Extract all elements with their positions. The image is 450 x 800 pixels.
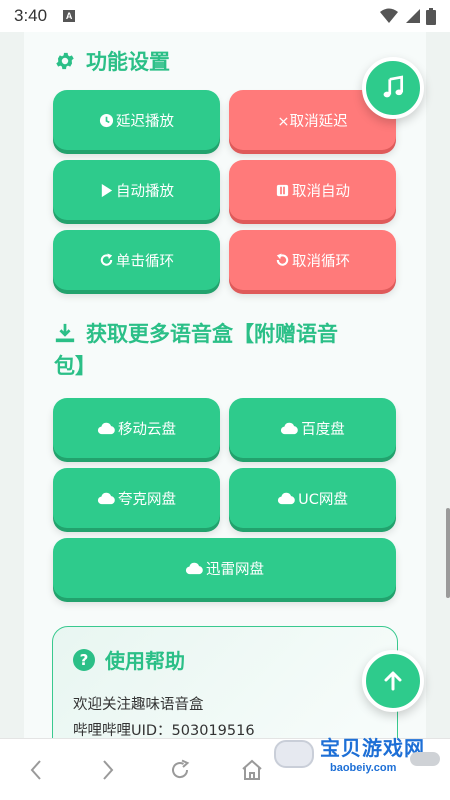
forward-nav-button[interactable]: [72, 739, 144, 800]
cloud-icon: [97, 492, 115, 504]
wifi-icon: [380, 8, 398, 23]
undo-icon: [276, 252, 289, 266]
gear-icon: [56, 52, 74, 70]
help-box: ? 使用帮助 欢迎关注趣味语音盒 哔哩哔哩UID：503019516: [52, 626, 398, 738]
gamepad-icon: [274, 740, 314, 768]
status-time: 3:40: [14, 6, 48, 25]
quark-pan-button[interactable]: 夸克网盘: [53, 468, 220, 528]
play-icon: [101, 183, 113, 197]
download-title-line1: 获取更多语音盒【附赠语音: [86, 322, 338, 346]
watermark-url: baobeiy.com: [330, 762, 397, 774]
cancel-delay-label: ×取消延迟: [277, 113, 348, 130]
back-to-top-button[interactable]: [362, 650, 424, 712]
watermark-logo: 宝贝游戏网 baobeiy.com: [268, 732, 440, 784]
baidu-pan-label: 百度盘: [301, 421, 345, 438]
status-icons: [380, 7, 436, 25]
battery-icon: [426, 7, 436, 25]
redo-icon: [100, 252, 113, 266]
download-icon: [55, 323, 75, 343]
delay-play-label: 延迟播放: [116, 113, 174, 130]
mobile-cloud-button[interactable]: 移动云盘: [53, 398, 220, 458]
notification-badge-icon: A: [63, 10, 76, 22]
arrow-up-icon: [384, 671, 402, 691]
signal-icon: [406, 9, 420, 23]
auto-play-label: 自动播放: [116, 183, 174, 200]
help-line-follow: 欢迎关注趣味语音盒: [73, 697, 204, 713]
cloud-icon: [185, 562, 203, 574]
xunlei-pan-label: 迅雷网盘: [206, 561, 264, 578]
refresh-icon: [172, 759, 190, 778]
cancel-auto-button[interactable]: 取消自动: [229, 160, 396, 220]
cancel-loop-button[interactable]: 取消循环: [229, 230, 396, 290]
xunlei-pan-button[interactable]: 迅雷网盘: [53, 538, 396, 598]
quark-pan-label: 夸克网盘: [118, 491, 176, 508]
status-bar: 3:40 A: [0, 0, 450, 32]
question-icon: ?: [73, 648, 95, 671]
back-nav-button[interactable]: [0, 739, 72, 800]
toggle-switch[interactable]: [410, 752, 440, 766]
scrollbar-thumb[interactable]: [446, 508, 450, 598]
music-fab-button[interactable]: [362, 57, 424, 119]
help-title-text: 使用帮助: [105, 649, 185, 673]
clock-icon: [99, 113, 114, 127]
uc-pan-label: UC网盘: [298, 491, 348, 508]
help-title: ? 使用帮助: [73, 645, 185, 674]
cancel-auto-label: 取消自动: [292, 183, 350, 200]
download-title-text: 获取更多语音盒【附赠语音 包】: [54, 318, 338, 382]
cloud-icon: [281, 422, 299, 434]
uc-pan-button[interactable]: UC网盘: [229, 468, 396, 528]
refresh-button[interactable]: [144, 739, 216, 800]
pause-icon: [276, 184, 289, 196]
download-title-line2: 包】: [54, 354, 96, 378]
download-section-title: 获取更多语音盒【附赠语音 包】: [54, 318, 374, 382]
cloud-icon: [278, 492, 295, 504]
single-loop-label: 单击循环: [116, 253, 174, 270]
home-icon: [242, 759, 262, 780]
chevron-left-icon: [30, 759, 41, 780]
cancel-loop-label: 取消循环: [292, 253, 350, 270]
settings-title-text: 功能设置: [86, 50, 170, 74]
baidu-pan-button[interactable]: 百度盘: [229, 398, 396, 458]
mobile-cloud-label: 移动云盘: [118, 421, 176, 438]
help-line-uid: 哔哩哔哩UID：503019516: [73, 723, 255, 738]
delay-play-button[interactable]: 延迟播放: [53, 90, 220, 150]
auto-play-button[interactable]: 自动播放: [53, 160, 220, 220]
settings-section-title: 功能设置: [54, 46, 170, 78]
cloud-icon: [97, 422, 115, 434]
single-loop-button[interactable]: 单击循环: [53, 230, 220, 290]
music-note-icon: [383, 75, 404, 98]
main-card: 功能设置 延迟播放 ×取消延迟 自动播放 取消自动 单击循环 取消循环 获取更多…: [24, 32, 426, 738]
chevron-right-icon: [103, 759, 114, 780]
